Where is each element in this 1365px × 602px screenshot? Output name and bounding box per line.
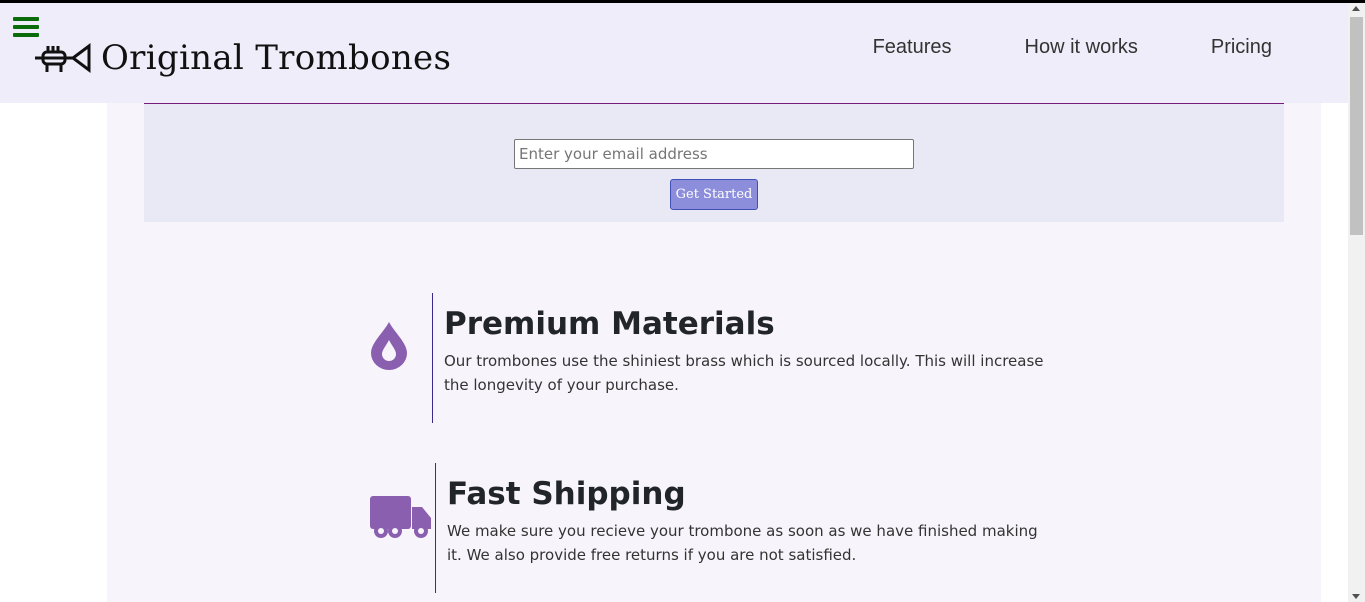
get-started-button[interactable]: Get Started: [670, 179, 758, 210]
scroll-up-arrow-icon[interactable]: [1352, 6, 1360, 11]
nav-link-features[interactable]: Features: [873, 36, 952, 59]
nav-link-how-it-works[interactable]: How it works: [1025, 36, 1138, 59]
feature-description: We make sure you recieve your trombone a…: [447, 522, 1038, 564]
scrollbar-thumb[interactable]: [1350, 17, 1363, 235]
feature-title: Fast Shipping: [447, 476, 686, 512]
droplet-icon: [371, 322, 407, 370]
brand-logo[interactable]: Original Trombones: [33, 38, 451, 78]
feature-text: Fast Shipping We make sure you recieve y…: [447, 473, 1047, 567]
site-header: Original Trombones Features How it works…: [0, 3, 1348, 103]
brand-name: Original Trombones: [101, 38, 452, 78]
main-nav: Features How it works Pricing: [800, 36, 1272, 59]
trumpet-icon: [35, 43, 91, 73]
main-content: Get Started Premium Materials Our trombo…: [107, 103, 1321, 602]
feature-text: Premium Materials Our trombones use the …: [444, 303, 1044, 397]
truck-icon: [370, 496, 431, 538]
feature-divider: [435, 463, 436, 593]
vertical-scrollbar[interactable]: [1348, 3, 1365, 602]
scroll-down-arrow-icon[interactable]: [1352, 594, 1360, 599]
feature-divider: [432, 293, 433, 423]
feature-fast-shipping: Fast Shipping We make sure you recieve y…: [370, 463, 1070, 593]
feature-premium-materials: Premium Materials Our trombones use the …: [370, 293, 1070, 423]
hamburger-menu-icon[interactable]: [13, 17, 39, 39]
signup-form: Get Started: [144, 103, 1284, 222]
email-field[interactable]: [514, 139, 914, 169]
nav-link-pricing[interactable]: Pricing: [1211, 36, 1272, 59]
feature-description: Our trombones use the shiniest brass whi…: [444, 352, 1044, 394]
feature-title: Premium Materials: [444, 306, 775, 342]
